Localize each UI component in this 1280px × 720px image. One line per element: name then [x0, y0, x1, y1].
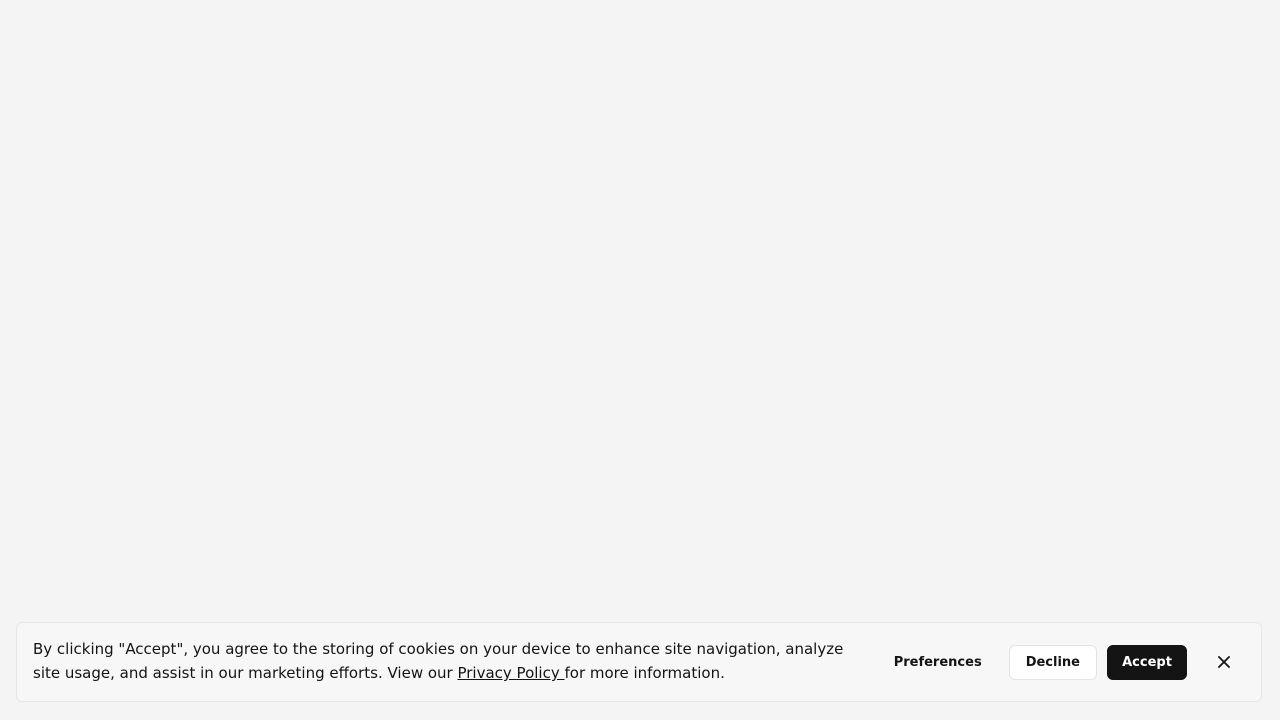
- cookie-message: By clicking "Accept", you agree to the s…: [33, 637, 873, 685]
- preferences-button[interactable]: Preferences: [877, 645, 999, 680]
- page: By clicking "Accept", you agree to the s…: [0, 0, 1280, 720]
- accept-button[interactable]: Accept: [1107, 644, 1187, 680]
- cookie-message-suffix: for more information.: [564, 664, 725, 682]
- close-icon[interactable]: [1213, 651, 1235, 673]
- decline-button[interactable]: Decline: [1008, 644, 1097, 680]
- cookie-actions: Preferences Decline Accept: [877, 644, 1245, 680]
- privacy-policy-link[interactable]: Privacy Policy: [457, 664, 564, 682]
- cookie-banner: By clicking "Accept", you agree to the s…: [16, 622, 1262, 702]
